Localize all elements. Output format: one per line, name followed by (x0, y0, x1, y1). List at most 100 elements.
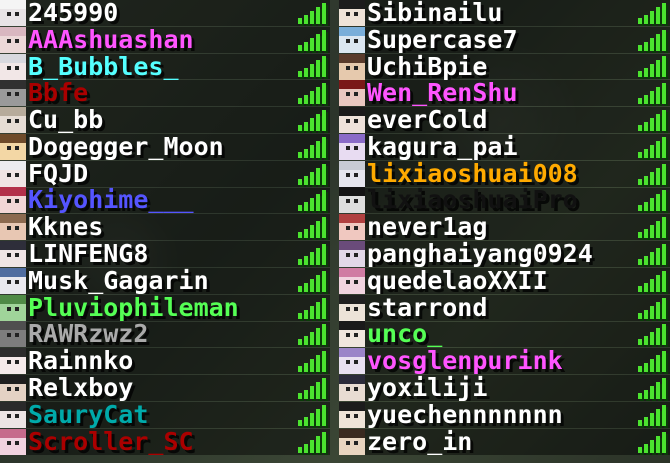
player-row: yuechennnnnnn (339, 401, 670, 428)
player-head-icon (0, 321, 26, 348)
player-row: kagura_pai (339, 133, 670, 160)
player-name: B_Bubbles_ (28, 53, 179, 80)
player-head-icon (339, 133, 365, 160)
ping-bars-icon (296, 270, 326, 292)
player-row: Pluviophileman (0, 294, 330, 321)
player-head-icon (0, 241, 26, 268)
player-head-icon (0, 214, 26, 241)
player-head-icon (339, 107, 365, 134)
ping-bars-icon (636, 55, 666, 78)
ping-bars-icon (296, 2, 326, 24)
ping-bars-icon (296, 55, 326, 78)
ping-bars-icon (636, 270, 666, 292)
player-head-icon (0, 80, 26, 107)
player-head-icon (0, 294, 26, 321)
ping-bars-icon (296, 323, 326, 346)
player-row: never1ag (339, 214, 670, 241)
player-head-icon (0, 0, 26, 26)
player-name: FQJD (28, 160, 89, 187)
player-name: everCold (367, 107, 488, 134)
ping-bars-icon (296, 350, 326, 373)
player-head-icon (0, 107, 26, 134)
ping-bars-icon (636, 109, 666, 132)
player-name: Musk_Gagarin (28, 267, 209, 294)
ping-bars-icon (636, 136, 666, 158)
player-head-icon (339, 53, 365, 80)
player-name: Kknes (28, 214, 104, 241)
player-name: vosglenpurink (367, 348, 563, 375)
player-head-icon (0, 133, 26, 160)
player-head-icon (0, 53, 26, 80)
player-head-icon (0, 428, 26, 455)
ping-bars-icon (296, 377, 326, 400)
player-row: RAWRzwz2 (0, 321, 330, 348)
player-head-icon (0, 348, 26, 375)
ping-bars-icon (296, 136, 326, 158)
player-head-icon (0, 160, 26, 187)
ping-bars-icon (636, 29, 666, 51)
player-row: vosglenpurink (339, 348, 670, 375)
player-head-icon (339, 375, 365, 402)
player-name: Bbfe (28, 80, 89, 107)
player-name: quedelaoXXII (367, 267, 548, 294)
ping-bars-icon (636, 377, 666, 400)
player-name: UchiBpie (367, 53, 488, 80)
player-name: AAAshuashan (28, 26, 194, 53)
ping-bars-icon (296, 189, 326, 212)
ping-bars-icon (296, 82, 326, 105)
player-name: Wen_RenShu (367, 80, 518, 107)
player-row: SauryCat (0, 401, 330, 428)
player-name: lixiaoshuaiPro (367, 187, 578, 214)
ping-bars-icon (636, 82, 666, 105)
player-head-icon (339, 321, 365, 348)
player-head-icon (339, 267, 365, 294)
ping-bars-icon (636, 189, 666, 212)
ping-bars-icon (636, 2, 666, 24)
player-name: starrond (367, 294, 488, 321)
player-head-icon (339, 214, 365, 241)
ping-bars-icon (636, 404, 666, 426)
player-head-icon (339, 294, 365, 321)
player-head-icon (339, 348, 365, 375)
player-row: Relxboy (0, 375, 330, 402)
player-head-icon (339, 428, 365, 455)
player-head-icon (339, 80, 365, 107)
player-name: Dogegger_Moon (28, 133, 224, 160)
player-name: Pluviophileman (28, 294, 239, 321)
player-name: zero_in (367, 428, 473, 455)
ping-bars-icon (636, 163, 666, 185)
player-row: yoxiliji (339, 375, 670, 402)
player-name: Supercase7 (367, 26, 518, 53)
player-head-icon (339, 160, 365, 187)
ping-bars-icon (296, 29, 326, 51)
ping-bars-icon (296, 216, 326, 239)
player-row: Wen_RenShu (339, 80, 670, 107)
ping-bars-icon (636, 431, 666, 453)
player-row: Kknes (0, 214, 330, 241)
ping-bars-icon (296, 404, 326, 426)
player-row: quedelaoXXII (339, 267, 670, 294)
player-row: starrond (339, 294, 670, 321)
player-row: B_Bubbles_ (0, 53, 330, 80)
player-row: FQJD (0, 160, 330, 187)
player-head-icon (0, 401, 26, 428)
player-name: kagura_pai (367, 133, 518, 160)
player-row: Kiyohime___ (0, 187, 330, 214)
ping-bars-icon (296, 297, 326, 319)
player-name: panghaiyang0924 (367, 241, 593, 268)
player-row: AAAshuashan (0, 26, 330, 53)
player-head-icon (0, 187, 26, 214)
player-row: Scroller_SC (0, 428, 330, 455)
player-row: Bbfe (0, 80, 330, 107)
ping-bars-icon (296, 109, 326, 132)
player-row: Sibinailu (339, 0, 670, 26)
player-head-icon (339, 0, 365, 26)
ping-bars-icon (296, 163, 326, 185)
player-name: never1ag (367, 214, 488, 241)
player-name: Kiyohime___ (28, 187, 194, 214)
tab-list-right-column: Sibinailu Supercase7 UchiBpie Wen_RenShu… (339, 0, 670, 463)
player-tab-list: 245990 AAAshuashan B_Bubbles_ Bbfe Cu_bb… (0, 0, 670, 463)
player-row: Cu_bb (0, 107, 330, 134)
ping-bars-icon (636, 216, 666, 239)
player-name: lixiaoshuai008 (367, 160, 578, 187)
